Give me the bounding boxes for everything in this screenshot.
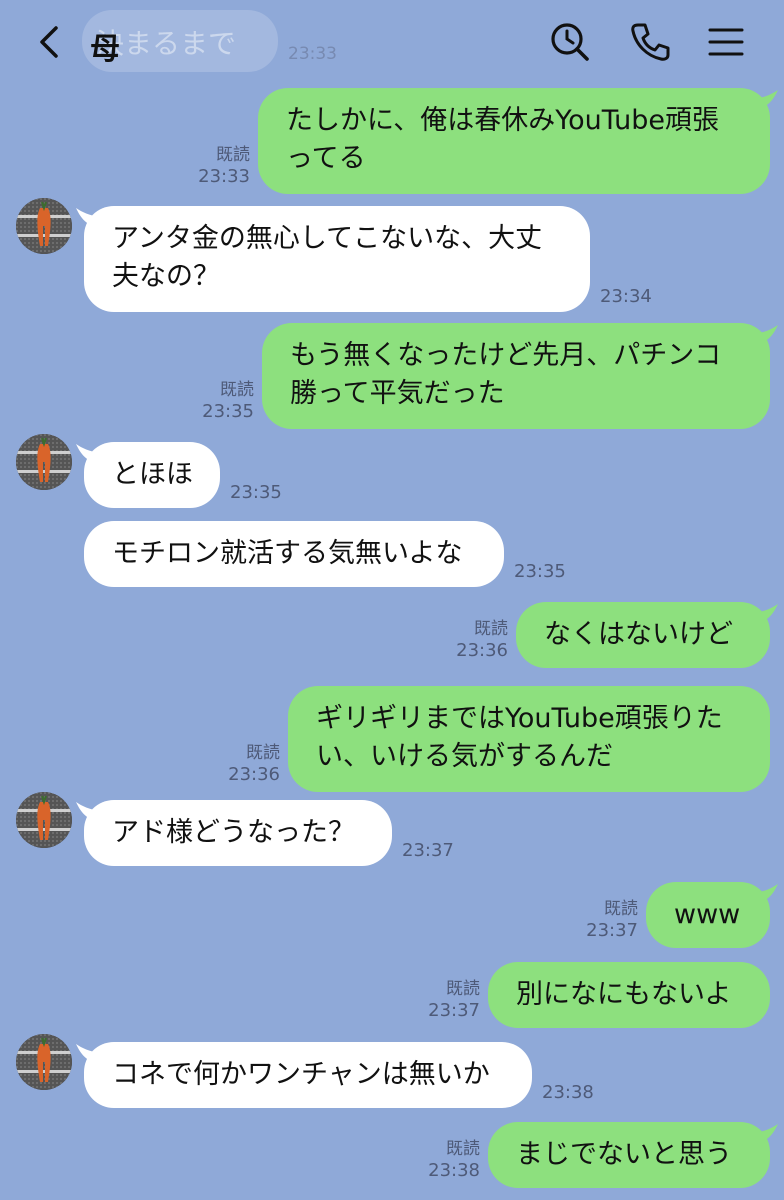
incoming-message-bubble[interactable]: モチロン就活する気無いよな: [84, 521, 504, 587]
outgoing-message-bubble[interactable]: なくはないけど: [516, 602, 770, 668]
chat-title: 母: [90, 32, 120, 67]
message-meta: 既読 23:37: [586, 898, 638, 942]
read-receipt: 既読: [474, 619, 508, 639]
message-meta: 23:35: [514, 561, 566, 583]
message-meta: 既読 23:33: [198, 144, 250, 188]
message-timestamp: 23:35: [514, 561, 566, 582]
message-text: www: [674, 899, 741, 930]
read-receipt: 既読: [446, 1139, 480, 1159]
message-text: とほほ: [112, 459, 193, 490]
message-timestamp: 23:37: [428, 1000, 480, 1021]
message-text: ギリギリまではYouTube頑張りたい、いける気がするんだ: [316, 703, 723, 772]
message-text: なくはないけど: [544, 619, 733, 650]
message-timestamp: 23:38: [428, 1160, 480, 1181]
message-timestamp: 23:36: [228, 764, 280, 785]
message-timestamp: 23:34: [600, 286, 652, 307]
message-timestamp: 23:33: [198, 166, 250, 187]
bubble-tail: [756, 604, 778, 624]
back-chevron-icon[interactable]: [30, 22, 70, 62]
message-text: もう無くなったけど先月、パチンコ勝って平気だった: [290, 340, 722, 409]
message-text: コネで何かワンチャンは無いか: [112, 1059, 490, 1090]
menu-icon[interactable]: [704, 20, 748, 64]
bubble-tail: [756, 884, 778, 904]
message-text: まじでないと思う: [516, 1139, 732, 1170]
outgoing-message-bubble[interactable]: もう無くなったけど先月、パチンコ勝って平気だった: [262, 323, 770, 429]
message-text: アンタ金の無心してこないな、大丈夫なの？: [112, 223, 543, 292]
scrolled-message-time: 23:33: [288, 44, 337, 64]
message-meta: 既読 23:36: [228, 742, 280, 786]
sender-avatar[interactable]: [16, 198, 72, 254]
message-timestamp: 23:35: [202, 401, 254, 422]
search-history-icon[interactable]: [548, 20, 592, 64]
read-receipt: 既読: [220, 380, 254, 400]
outgoing-message-bubble[interactable]: 別になにもないよ: [488, 962, 770, 1028]
outgoing-message-bubble[interactable]: たしかに、俺は春休みYouTube頑張ってる: [258, 88, 770, 194]
read-receipt: 既読: [446, 979, 480, 999]
bubble-tail: [76, 208, 98, 228]
outgoing-message-bubble[interactable]: まじでないと思う: [488, 1122, 770, 1188]
sender-avatar[interactable]: [16, 1034, 72, 1090]
incoming-message-bubble[interactable]: アド様どうなった？: [84, 800, 392, 866]
outgoing-message-bubble[interactable]: ギリギリまではYouTube頑張りたい、いける気がするんだ: [288, 686, 770, 792]
message-text: モチロン就活する気無いよな: [112, 538, 463, 569]
message-timestamp: 23:37: [586, 920, 638, 941]
read-receipt: 既読: [216, 145, 250, 165]
bubble-tail: [756, 1124, 778, 1144]
message-text: 別になにもないよ: [516, 979, 732, 1010]
sender-avatar[interactable]: [16, 792, 72, 848]
bubble-tail: [76, 1044, 98, 1064]
message-meta: 既読 23:36: [456, 618, 508, 662]
message-text: アド様どうなった？: [112, 817, 355, 848]
bubble-tail: [756, 90, 778, 110]
message-text: たしかに、俺は春休みYouTube頑張ってる: [286, 105, 719, 174]
message-meta: 23:37: [402, 840, 454, 862]
message-meta: 既読 23:35: [202, 379, 254, 423]
bubble-tail: [76, 802, 98, 822]
message-meta: 23:35: [230, 482, 282, 504]
read-receipt: 既読: [246, 743, 280, 763]
sender-avatar[interactable]: [16, 434, 72, 490]
message-timestamp: 23:37: [402, 840, 454, 861]
message-meta: 23:38: [542, 1082, 594, 1104]
message-timestamp: 23:36: [456, 640, 508, 661]
chat-header: 決まるまで 23:33 母: [0, 0, 784, 90]
bubble-tail: [76, 444, 98, 464]
incoming-message-bubble[interactable]: コネで何かワンチャンは無いか: [84, 1042, 532, 1108]
incoming-message-bubble[interactable]: とほほ: [84, 442, 220, 508]
outgoing-message-bubble[interactable]: www: [646, 882, 770, 948]
message-timestamp: 23:38: [542, 1082, 594, 1103]
phone-icon[interactable]: [628, 20, 672, 64]
bubble-tail: [756, 325, 778, 345]
read-receipt: 既読: [604, 899, 638, 919]
message-meta: 既読 23:38: [428, 1138, 480, 1182]
message-meta: 既読 23:37: [428, 978, 480, 1022]
message-meta: 23:34: [600, 286, 652, 308]
message-timestamp: 23:35: [230, 482, 282, 503]
incoming-message-bubble[interactable]: アンタ金の無心してこないな、大丈夫なの？: [84, 206, 590, 312]
